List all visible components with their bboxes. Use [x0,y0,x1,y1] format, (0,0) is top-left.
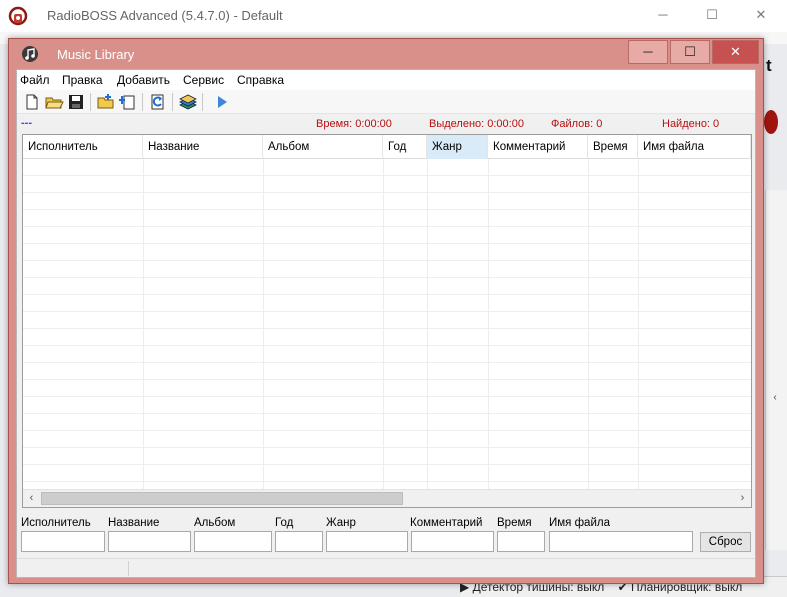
menu-file[interactable]: Файл [20,73,50,87]
column-time[interactable]: Время [588,135,638,159]
minimize-button[interactable]: ─ [628,40,668,64]
background-side-panel [765,190,787,550]
menu-service[interactable]: Сервис [183,73,224,87]
toolbar [17,90,755,114]
selected-time-label: Выделено: 0:00:00 [429,118,524,130]
filter-artist-label: Исполнитель [21,517,91,529]
add-files-icon[interactable] [118,92,138,112]
found-count-label: Найдено: 0 [662,118,720,130]
scroll-left-button[interactable]: ‹ [23,490,40,507]
info-dash: --- [21,117,32,129]
play-icon[interactable] [212,92,232,112]
filter-genre-label: Жанр [326,517,356,529]
toolbar-separator [142,93,143,111]
total-time-label: Время: 0:00:00 [316,118,392,130]
background-arrow-button[interactable]: ‹ [765,390,785,406]
music-library-window: Music Library ─ ☐ ✕ Файл Правка Добавить… [8,38,764,584]
column-divider [263,159,264,489]
background-red-indicator [764,110,778,134]
grid-header: Исполнитель Название Альбом Год Жанр Ком… [23,135,751,159]
filter-artist-input[interactable] [21,531,105,552]
maximize-button[interactable]: ☐ [670,40,710,64]
horizontal-scrollbar[interactable]: ‹ › [23,489,751,507]
filter-year-label: Год [275,517,294,529]
add-folder-icon[interactable] [96,92,116,112]
background-window-title: RadioBOSS Advanced (5.4.7.0) - Default [47,8,283,23]
library-icon[interactable] [178,92,198,112]
column-divider [638,159,639,489]
files-count-label: Файлов: 0 [551,118,603,130]
status-bar [17,558,755,577]
column-divider [143,159,144,489]
column-divider [588,159,589,489]
info-bar: --- Время: 0:00:00 Выделено: 0:00:00 Фай… [17,115,755,133]
close-button[interactable]: ✕ [712,40,759,64]
menu-edit[interactable]: Правка [62,73,103,87]
library-grid[interactable]: Исполнитель Название Альбом Год Жанр Ком… [22,134,752,508]
reset-button[interactable]: Сброс [700,532,751,552]
background-maximize-button[interactable]: ☐ [689,0,735,30]
open-folder-icon[interactable] [44,92,64,112]
menu-bar: Файл Правка Добавить Сервис Справка [17,70,755,90]
filter-time-input[interactable] [497,531,545,552]
status-pane [129,561,755,576]
save-icon[interactable] [66,92,86,112]
window-titlebar[interactable]: Music Library ─ ☐ ✕ [9,39,763,69]
scroll-right-button[interactable]: › [734,490,751,507]
filter-year-input[interactable] [275,531,323,552]
filter-comment-label: Комментарий [410,517,483,529]
filter-filename-input[interactable] [549,531,693,552]
filter-filename-label: Имя файла [549,517,610,529]
toolbar-separator [172,93,173,111]
filter-album-label: Альбом [194,517,236,529]
filter-album-input[interactable] [194,531,272,552]
column-album[interactable]: Альбом [263,135,383,159]
grid-body[interactable] [23,159,751,489]
scroll-thumb[interactable] [41,492,403,505]
filter-title-input[interactable] [108,531,191,552]
column-title[interactable]: Название [143,135,263,159]
filter-title-label: Название [108,517,160,529]
refresh-icon[interactable] [148,92,168,112]
radioboss-app-icon [8,6,28,26]
column-filename[interactable]: Имя файла [638,135,751,159]
column-divider [383,159,384,489]
column-year[interactable]: Год [383,135,427,159]
filter-genre-input[interactable] [326,531,408,552]
column-genre[interactable]: Жанр [427,135,488,159]
column-comment[interactable]: Комментарий [488,135,588,159]
window-client-area: Файл Правка Добавить Сервис Справка --- … [16,69,756,578]
menu-help[interactable]: Справка [237,73,284,87]
new-icon[interactable] [22,92,42,112]
status-pane [17,561,129,576]
toolbar-separator [202,93,203,111]
menu-add[interactable]: Добавить [117,73,170,87]
column-divider [488,159,489,489]
background-minimize-button[interactable]: ─ [640,0,686,30]
music-note-icon [22,46,38,62]
toolbar-separator [90,93,91,111]
column-divider [427,159,428,489]
column-artist[interactable]: Исполнитель [23,135,143,159]
background-partial-text: t [766,56,772,75]
background-close-button[interactable]: ✕ [738,0,784,30]
filter-time-label: Время [497,517,532,529]
filter-comment-input[interactable] [411,531,494,552]
background-titlebar: RadioBOSS Advanced (5.4.7.0) - Default ─… [0,0,787,32]
window-title: Music Library [57,47,135,62]
